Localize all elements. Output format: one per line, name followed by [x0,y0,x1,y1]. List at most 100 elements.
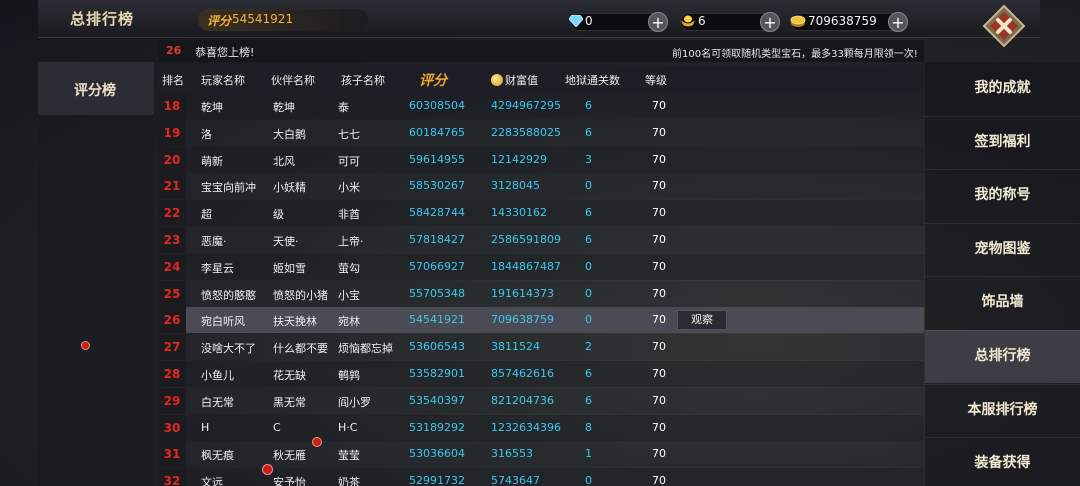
score-value: 57818427 [409,233,465,246]
coin-icon [491,74,503,86]
child-name: H·C [338,421,358,434]
view-player-button[interactable]: 观察 [677,310,727,330]
score-value: 58428744 [409,206,465,219]
level-value: 70 [652,206,666,219]
side-menu-item[interactable]: 总排行榜 [925,330,1080,383]
wealth-value: 2586591809 [491,233,561,246]
side-menu-item[interactable]: 我的成就 [925,62,1080,115]
score-value: 57066927 [409,260,465,273]
notice-reward-tip: 前100名可领取随机类型宝石，最多33颗每月限领一次! [672,49,918,60]
score-value: 60308504 [409,99,465,112]
partner-name: 黑无常 [273,396,306,409]
player-name: 小鱼儿 [201,369,234,382]
side-menu-divider [925,223,1080,224]
level-value: 70 [652,153,666,166]
hell-clears: 0 [585,313,592,326]
partner-name: 扶天挽林 [273,315,317,328]
partner-name: 级 [273,208,284,221]
hell-clears: 6 [585,99,592,112]
side-menu-divider [925,437,1080,438]
level-value: 70 [652,126,666,139]
hell-clears: 6 [585,126,592,139]
score-value: 52991732 [409,474,465,486]
close-icon[interactable] [982,4,1026,48]
hell-clears: 6 [585,206,592,219]
wealth-value: 1844867487 [491,260,561,273]
side-menu-divider [925,330,1080,331]
score-tag: 评分 [207,14,232,28]
col-wealth: 财富值 [491,72,538,88]
score-value: 54541921 [409,313,465,326]
diamond-value: 0 [585,14,593,28]
partner-name: 北风 [273,155,295,168]
rank-number: 23 [163,233,181,247]
col-rank: 排名 [162,74,184,87]
side-menu-item[interactable]: 饰品墙 [925,276,1080,329]
side-menu-item[interactable]: 本服排行榜 [925,384,1080,437]
child-name: 小米 [338,181,360,194]
player-name: 宛白听风 [201,315,245,328]
player-name: 文远 [201,476,223,486]
partner-name: 花无缺 [273,369,306,382]
level-value: 70 [652,260,666,273]
col-player: 玩家名称 [201,74,245,87]
level-value: 70 [652,99,666,112]
col-level: 等级 [645,74,667,87]
hell-clears: 0 [585,287,592,300]
rank-number: 25 [163,287,181,301]
hell-clears: 2 [585,340,592,353]
level-value: 70 [652,340,666,353]
partner-name: 大白鹅 [273,128,306,141]
wealth-value: 1232634396 [491,421,561,434]
child-name: 烦恼都忘掉 [338,342,393,355]
notice-congrats: 恭喜您上榜! [195,46,255,59]
side-menu-item[interactable]: 宠物图鉴 [925,223,1080,276]
child-name: 萤勾 [338,262,360,275]
wealth-value: 12142929 [491,153,547,166]
rank-number: 19 [163,126,181,140]
tab-score-ranking-label: 评分榜 [74,83,116,99]
rank-number: 31 [163,447,181,461]
child-name: 七七 [338,128,360,141]
hell-clears: 0 [585,474,592,486]
score-value: 53036604 [409,447,465,460]
gold-value: 709638759 [808,14,877,28]
child-name: 鹌鹑 [338,369,360,382]
child-name: 奶茶 [338,476,360,486]
col-score: 评分 [419,73,447,89]
partner-name: 姬如雪 [273,262,306,275]
rank-number: 28 [163,367,181,381]
hell-clears: 0 [585,179,592,192]
side-menu-item[interactable]: 我的称号 [925,169,1080,222]
add-ingot-button[interactable]: + [760,12,780,32]
wealth-value: 3128045 [491,179,540,192]
player-name: 没啥大不了 [201,342,256,355]
score-value: 58530267 [409,179,465,192]
game-screen: 总排行榜 评分 54541921 0 + 6 + 709638759 + 26 … [0,0,1080,486]
hell-clears: 6 [585,367,592,380]
side-menu-item[interactable]: 签到福利 [925,116,1080,169]
rank-number: 29 [163,394,181,408]
hell-clears: 6 [585,233,592,246]
player-name: 枫无痕 [201,449,234,462]
child-name: 宛林 [338,315,360,328]
rank-number: 32 [163,474,181,486]
notice-my-rank: 26 [166,44,182,57]
child-name: 小宝 [338,289,360,302]
hell-clears: 6 [585,394,592,407]
col-wealth-label: 财富值 [505,74,538,87]
add-diamond-button[interactable]: + [648,12,668,32]
wealth-value: 5743647 [491,474,540,486]
player-name: H [201,421,210,434]
partner-name: 秋无雁 [273,449,306,462]
partner-name: 什么都不要 [273,342,328,355]
side-menu-item[interactable]: 装备获得 [925,437,1080,486]
score-value: 53606543 [409,340,465,353]
col-partner: 伙伴名称 [271,74,315,87]
add-gold-button[interactable]: + [888,12,908,32]
my-score-value: 54541921 [232,12,294,26]
ingot-value: 6 [698,14,706,28]
score-value: 55705348 [409,287,465,300]
level-value: 70 [652,367,666,380]
score-value: 60184765 [409,126,465,139]
